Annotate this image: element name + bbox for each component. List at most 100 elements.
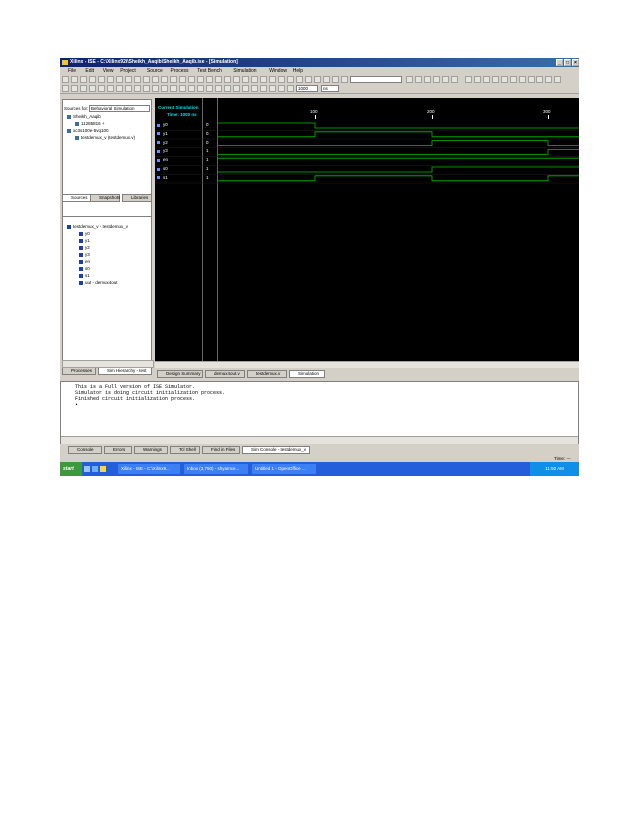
- hierarchy-tree-item[interactable]: y3: [79, 252, 90, 257]
- menu-project[interactable]: Project: [120, 68, 136, 74]
- toolbar-tool-icon[interactable]: [287, 85, 294, 92]
- toolbar-tool-icon[interactable]: [424, 76, 431, 83]
- doc-tab-0[interactable]: Design Summary: [157, 370, 203, 378]
- menu-view[interactable]: View: [103, 68, 114, 74]
- toolbar-tool-icon[interactable]: [125, 76, 132, 83]
- toolbar-tool-icon[interactable]: [406, 76, 413, 83]
- toolbar-tool-icon[interactable]: [143, 76, 150, 83]
- toolbar-tool-icon[interactable]: [474, 76, 481, 83]
- sources-for-select[interactable]: Behavioral Simulation: [89, 105, 150, 112]
- maximize-button[interactable]: □: [564, 59, 571, 66]
- toolbar-tool-icon[interactable]: [251, 76, 258, 83]
- toolbar-tool-icon[interactable]: [332, 76, 339, 83]
- toolbar-tool-icon[interactable]: [71, 85, 78, 92]
- hierarchy-tree-item[interactable]: en: [79, 259, 90, 264]
- toolbar-tool-icon[interactable]: [536, 76, 543, 83]
- sim-time-unit[interactable]: ns: [321, 85, 339, 92]
- console-tab-4[interactable]: Find in Files: [202, 446, 240, 454]
- toolbar-tool-icon[interactable]: [107, 85, 114, 92]
- doc-tab-3[interactable]: Simulation: [289, 370, 325, 378]
- doc-tab-1[interactable]: demux4out.v: [205, 370, 245, 378]
- toolbar-tool-icon[interactable]: [134, 76, 141, 83]
- hierarchy-tree-item[interactable]: y0: [79, 231, 90, 236]
- toolbar-tool-icon[interactable]: [305, 76, 312, 83]
- toolbar-tool-icon[interactable]: [442, 76, 449, 83]
- toolbar-tool-icon[interactable]: [143, 85, 150, 92]
- tab-libraries[interactable]: Libraries: [122, 194, 152, 202]
- start-button[interactable]: start: [60, 462, 82, 476]
- quicklaunch-folder-icon[interactable]: [100, 466, 106, 472]
- doc-tab-2[interactable]: testdemux.v: [247, 370, 287, 378]
- toolbar-tool-icon[interactable]: [260, 85, 267, 92]
- toolbar-tool-icon[interactable]: [483, 76, 490, 83]
- toolbar-tool-icon[interactable]: [287, 76, 294, 83]
- toolbar-tool-icon[interactable]: [451, 76, 458, 83]
- quicklaunch-ie-icon[interactable]: [92, 466, 98, 472]
- toolbar-tool-icon[interactable]: [116, 85, 123, 92]
- toolbar-tool-icon[interactable]: [197, 76, 204, 83]
- sim-time-value[interactable]: 1000: [296, 85, 318, 92]
- toolbar-tool-icon[interactable]: [116, 76, 123, 83]
- toolbar-tool-icon[interactable]: [433, 76, 440, 83]
- toolbar-tool-icon[interactable]: [170, 85, 177, 92]
- menu-test-bench[interactable]: Test Bench: [197, 68, 222, 74]
- waveform-scrollbar[interactable]: [155, 361, 579, 368]
- toolbar-tool-icon[interactable]: [188, 85, 195, 92]
- toolbar-tool-icon[interactable]: [278, 85, 285, 92]
- toolbar-tool-icon[interactable]: [314, 76, 321, 83]
- toolbar-tool-icon[interactable]: [134, 85, 141, 92]
- toolbar-tool-icon[interactable]: [242, 85, 249, 92]
- toolbar-tool-icon[interactable]: [98, 85, 105, 92]
- toolbar-tool-icon[interactable]: [242, 76, 249, 83]
- hierarchy-tree-item[interactable]: y2: [79, 245, 90, 250]
- tab-snapshots[interactable]: Snapshots: [90, 194, 120, 202]
- console-scrollbar[interactable]: [61, 436, 578, 444]
- menu-source[interactable]: Source: [147, 68, 163, 74]
- taskbar-item[interactable]: Untitled 1 - OpenOffice ...: [252, 464, 316, 474]
- sources-tree-item[interactable]: testdemux_v (testdemux.v): [75, 135, 135, 140]
- toolbar-tool-icon[interactable]: [233, 85, 240, 92]
- toolbar-tool-icon[interactable]: [161, 85, 168, 92]
- toolbar-tool-icon[interactable]: [323, 76, 330, 83]
- tab-sources[interactable]: Sources: [62, 194, 92, 202]
- toolbar-tool-icon[interactable]: [492, 76, 499, 83]
- toolbar-tool-icon[interactable]: [510, 76, 517, 83]
- toolbar-tool-icon[interactable]: [89, 76, 96, 83]
- waveform-viewer[interactable]: Current Simulation Time: 1000 ns 100 200 3…: [155, 98, 579, 361]
- toolbar-tool-icon[interactable]: [80, 76, 87, 83]
- toolbar-tool-icon[interactable]: [269, 76, 276, 83]
- toolbar-tool-icon[interactable]: [62, 85, 69, 92]
- toolbar-tool-icon[interactable]: [415, 76, 422, 83]
- toolbar-tool-icon[interactable]: [161, 76, 168, 83]
- toolbar-tool-icon[interactable]: [80, 85, 87, 92]
- toolbar-tool-icon[interactable]: [206, 85, 213, 92]
- toolbar-tool-icon[interactable]: [98, 76, 105, 83]
- toolbar-tool-icon[interactable]: [62, 76, 69, 83]
- toolbar-tool-icon[interactable]: [528, 76, 535, 83]
- hierarchy-tree-item[interactable]: y1: [79, 238, 90, 243]
- toolbar-tool-icon[interactable]: [206, 76, 213, 83]
- toolbar-tool-icon[interactable]: [125, 85, 132, 92]
- sources-tree-item[interactable]: xc3s100e-5vq100: [67, 128, 109, 133]
- toolbar-tool-icon[interactable]: [501, 76, 508, 83]
- toolbar-tool-icon[interactable]: [251, 85, 258, 92]
- toolbar-tool-icon[interactable]: [465, 76, 472, 83]
- toolbar-tool-icon[interactable]: [107, 76, 114, 83]
- toolbar-tool-icon[interactable]: [188, 76, 195, 83]
- toolbar-tool-icon[interactable]: [179, 76, 186, 83]
- minimize-button[interactable]: _: [556, 59, 563, 66]
- toolbar-tool-icon[interactable]: [554, 76, 561, 83]
- toolbar-tool-icon[interactable]: [519, 76, 526, 83]
- menu-window[interactable]: Window: [269, 68, 287, 74]
- hierarchy-scrollbar[interactable]: [62, 360, 154, 368]
- toolbar-tool-icon[interactable]: [233, 76, 240, 83]
- toolbar-tool-icon[interactable]: [224, 85, 231, 92]
- menu-help[interactable]: Help: [293, 68, 303, 74]
- toolbar-tool-icon[interactable]: [215, 85, 222, 92]
- quicklaunch-desktop-icon[interactable]: [84, 466, 90, 472]
- console-tab-2[interactable]: Warnings: [134, 446, 168, 454]
- taskbar-item[interactable]: Xilinx - ISE - C:\Xilinx9...: [118, 464, 180, 474]
- hierarchy-tree-item[interactable]: testdemux_v - testdemux_v: [67, 224, 128, 229]
- tab-processes[interactable]: Processes: [62, 367, 96, 375]
- toolbar-tool-icon[interactable]: [260, 76, 267, 83]
